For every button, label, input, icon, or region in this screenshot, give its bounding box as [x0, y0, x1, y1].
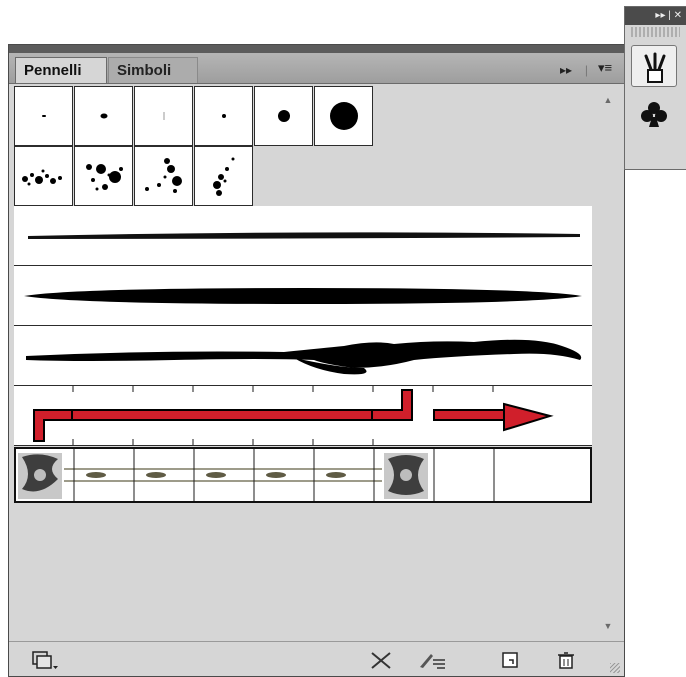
brush-swatch[interactable]	[194, 86, 253, 146]
ornament-corner	[18, 453, 62, 499]
brush-swatch[interactable]	[194, 146, 253, 206]
brush-swatch[interactable]	[74, 86, 133, 146]
brush-libraries-menu-icon[interactable]	[31, 650, 58, 670]
brush-list-scrollbar[interactable]: ▲ ▼	[598, 86, 618, 640]
art-brush-charcoal[interactable]	[14, 206, 592, 266]
brush-swatch[interactable]	[134, 146, 193, 206]
tab-pennelli[interactable]: Pennelli	[15, 57, 107, 83]
brush-swatch[interactable]	[74, 146, 133, 206]
brushes-panel: Pennelli Simboli ▸▸ | ▾≡ ▲ ▼	[8, 44, 625, 677]
brush-options-icon[interactable]	[417, 650, 447, 670]
separator: |	[584, 63, 588, 77]
remove-brush-stroke-icon[interactable]	[369, 650, 393, 670]
pattern-brush-border[interactable]	[14, 447, 592, 503]
collapse-panel-icon[interactable]: ▸▸	[560, 63, 572, 77]
red-arrow-pattern-icon	[33, 386, 554, 445]
art-brush-tapered[interactable]	[14, 266, 592, 326]
scroll-down-arrow-icon[interactable]: ▼	[598, 618, 618, 634]
tab-simboli[interactable]: Simboli	[108, 57, 198, 83]
scatter-splatter-icon	[145, 158, 182, 193]
new-brush-icon[interactable]	[499, 650, 523, 670]
club-icon[interactable]	[631, 95, 677, 137]
scatter-splatter-icon	[22, 169, 62, 186]
tapered-stroke-icon	[24, 288, 582, 304]
collapsed-panel-dock: ▸▸ | ✕	[624, 6, 686, 170]
pattern-brush-arrow[interactable]	[14, 386, 592, 446]
resize-grip-icon[interactable]	[610, 663, 620, 673]
dock-grip[interactable]	[631, 27, 680, 37]
brush-swatch[interactable]	[314, 86, 373, 146]
brush-swatch[interactable]	[134, 86, 193, 146]
scatter-splatter-icon	[86, 164, 123, 191]
ornament-corner	[384, 453, 428, 499]
brush-swatch[interactable]	[14, 146, 73, 206]
brush-swatch[interactable]	[254, 86, 313, 146]
swash-stroke-icon	[26, 339, 582, 375]
charcoal-stroke-icon	[28, 232, 580, 239]
art-brush-swash[interactable]	[14, 326, 592, 386]
delete-brush-icon[interactable]	[555, 650, 579, 670]
bottom-toolbar	[9, 641, 624, 676]
dock-header[interactable]: ▸▸ | ✕	[625, 7, 686, 25]
scatter-splatter-icon	[213, 157, 235, 196]
tab-bar: Pennelli Simboli ▸▸ | ▾≡	[9, 53, 624, 84]
brush-list	[14, 86, 592, 640]
brush-swatch[interactable]	[14, 86, 73, 146]
calligraphic-brushes-row	[14, 86, 374, 146]
scatter-brushes-row	[14, 146, 254, 206]
scroll-up-arrow-icon[interactable]: ▲	[598, 92, 618, 108]
panel-title-strip[interactable]	[9, 45, 624, 53]
ornamental-border-icon	[18, 449, 495, 501]
panel-menu-icon[interactable]: ▾≡	[592, 58, 618, 78]
brush-icon[interactable]	[631, 45, 677, 87]
